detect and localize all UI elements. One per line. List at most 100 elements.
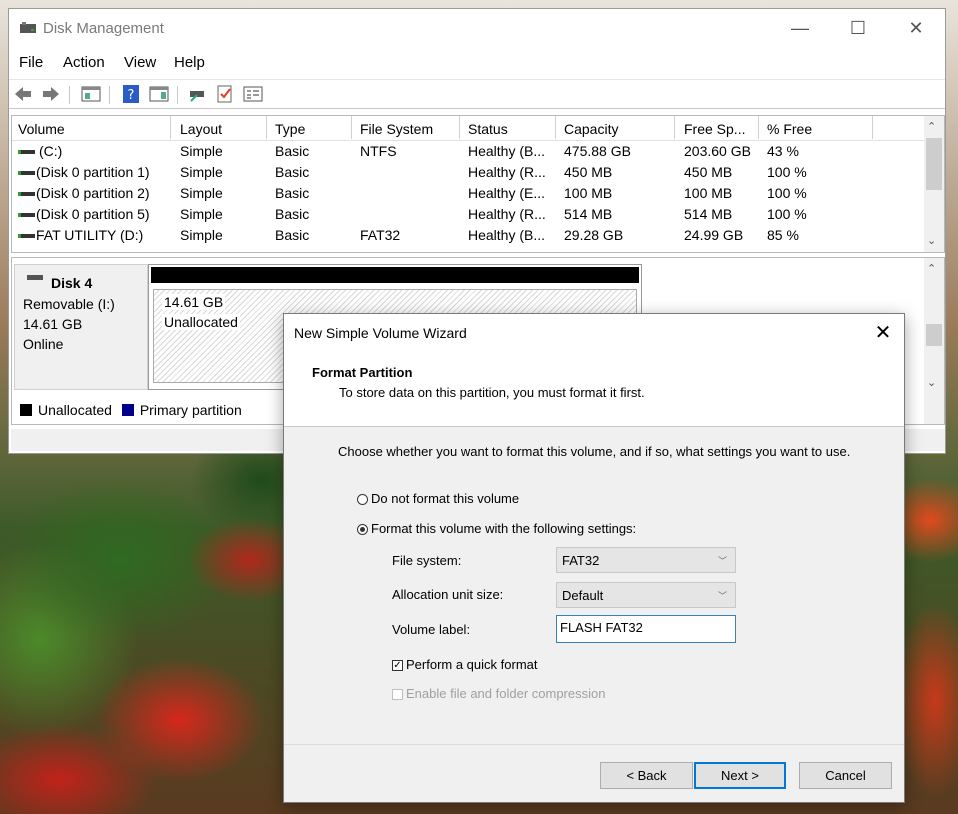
disk-view-scrollbar[interactable]: ⌃ ⌄ [924, 258, 944, 424]
file-system-dropdown[interactable]: FAT32 ﹀ [556, 547, 736, 573]
disk-status: Online [23, 336, 64, 352]
column-divider[interactable] [758, 116, 759, 139]
compression-checkbox[interactable] [392, 689, 403, 700]
drive-icon [18, 213, 35, 217]
close-button[interactable]: ✕ [905, 17, 927, 39]
svg-text:?: ? [128, 88, 135, 103]
toolbar-divider [69, 86, 70, 104]
scroll-up-icon[interactable]: ⌃ [927, 262, 936, 275]
volume-row[interactable]: (Disk 0 partition 5) Simple Basic Health… [12, 205, 926, 226]
volume-row[interactable]: (Disk 0 partition 2) Simple Basic Health… [12, 184, 926, 205]
column-divider[interactable] [351, 116, 352, 139]
no-format-radio[interactable] [357, 494, 368, 505]
volume-row[interactable]: (Disk 0 partition 1) Simple Basic Health… [12, 163, 926, 184]
allocation-unit-dropdown[interactable]: Default ﹀ [556, 582, 736, 608]
format-radio[interactable] [357, 524, 368, 535]
menu-help[interactable]: Help [174, 54, 205, 71]
column-header-capacity[interactable]: Capacity [564, 121, 618, 137]
toolbar-divider [177, 86, 178, 104]
column-header-file-system[interactable]: File System [360, 121, 433, 137]
disk-name: Disk 4 [51, 275, 93, 291]
maximize-button[interactable]: ☐ [847, 17, 869, 39]
forward-arrow-icon[interactable] [41, 85, 61, 103]
action-pane-icon[interactable] [149, 85, 169, 103]
new-simple-volume-wizard: New Simple Volume Wizard ✕ Format Partit… [283, 313, 905, 803]
legend-primary-partition: Primary partition [139, 402, 242, 418]
cancel-button[interactable]: Cancel [799, 762, 892, 789]
compression-label[interactable]: Enable file and folder compression [406, 686, 605, 701]
page-subheading: To store data on this partition, you mus… [339, 385, 645, 400]
quick-format-label[interactable]: Perform a quick format [406, 657, 538, 672]
volume-label-field[interactable] [556, 615, 736, 643]
instruction-text: Choose whether you want to format this v… [338, 444, 851, 459]
format-label[interactable]: Format this volume with the following se… [371, 521, 636, 536]
quick-format-checkbox[interactable]: ✓ [392, 660, 403, 671]
wizard-close-button[interactable]: ✕ [872, 320, 894, 345]
scrollbar-thumb[interactable] [926, 138, 942, 190]
scroll-down-icon[interactable]: ⌄ [927, 234, 936, 247]
cell-status: Healthy (R... [468, 164, 546, 180]
menu-action[interactable]: Action [63, 54, 105, 71]
console-tree-icon[interactable] [81, 85, 101, 103]
column-divider[interactable] [266, 116, 267, 139]
cell-capacity: 514 MB [564, 206, 613, 222]
cell-layout: Simple [180, 143, 223, 159]
column-divider[interactable] [872, 116, 873, 139]
scroll-up-icon[interactable]: ⌃ [927, 120, 936, 133]
cell-volume: (Disk 0 partition 2) [36, 185, 150, 201]
help-icon[interactable]: ? [121, 85, 141, 103]
volume-list-scrollbar[interactable]: ⌃ ⌄ [924, 116, 944, 252]
cell-volume: (Disk 0 partition 5) [36, 206, 150, 222]
cell-percent-free: 100 % [767, 164, 807, 180]
scrollbar-thumb[interactable] [926, 324, 942, 346]
disk-drive-icon [27, 275, 43, 280]
back-arrow-icon[interactable] [13, 85, 33, 103]
column-header-percent-free[interactable]: % Free [767, 121, 812, 137]
next-button[interactable]: Next > [694, 762, 786, 789]
minimize-button[interactable]: — [789, 17, 811, 39]
cell-type: Basic [275, 206, 310, 222]
volume-row[interactable]: FAT UTILITY (D:) Simple Basic FAT32 Heal… [12, 226, 926, 247]
cell-file-system: NTFS [360, 143, 397, 159]
column-header-free-space[interactable]: Free Sp... [684, 121, 745, 137]
cell-file-system: FAT32 [360, 227, 401, 243]
cell-type: Basic [275, 164, 310, 180]
cell-capacity: 29.28 GB [564, 227, 624, 243]
column-header-layout[interactable]: Layout [180, 121, 222, 137]
column-header-volume[interactable]: Volume [18, 121, 65, 137]
cell-type: Basic [275, 185, 310, 201]
no-format-label[interactable]: Do not format this volume [371, 491, 519, 506]
properties-icon[interactable] [243, 85, 263, 103]
menu-view[interactable]: View [124, 54, 156, 71]
back-button[interactable]: < Back [600, 762, 693, 789]
cell-layout: Simple [180, 164, 223, 180]
file-system-value: FAT32 [562, 553, 600, 568]
column-divider[interactable] [555, 116, 556, 139]
volume-label-input[interactable] [560, 620, 730, 635]
primary-partition-swatch [121, 404, 134, 416]
connect-disk-icon[interactable] [187, 85, 207, 103]
cell-free-space: 24.99 GB [684, 227, 744, 243]
disk-label-panel[interactable]: Disk 4 Removable (I:) 14.61 GB Online [14, 264, 148, 390]
cell-free-space: 100 MB [684, 185, 733, 201]
cell-volume: (C:) [39, 143, 63, 159]
title-bar[interactable]: Disk Management — ☐ ✕ [9, 9, 945, 49]
window-title: Disk Management [43, 20, 164, 37]
volume-list-header: Volume Layout Type File System Status Ca… [12, 116, 926, 141]
checklist-icon[interactable] [215, 85, 235, 103]
allocation-unit-label: Allocation unit size: [392, 587, 504, 602]
column-divider[interactable] [170, 116, 171, 139]
cell-capacity: 100 MB [564, 185, 613, 201]
cell-layout: Simple [180, 206, 223, 222]
disk-type: Removable (I:) [23, 296, 115, 312]
menu-file[interactable]: File [19, 54, 43, 71]
toolbar: ? [9, 79, 945, 109]
column-divider[interactable] [459, 116, 460, 139]
cell-percent-free: 85 % [767, 227, 799, 243]
column-header-status[interactable]: Status [468, 121, 508, 137]
column-divider[interactable] [674, 116, 675, 139]
volume-row[interactable]: (C:) Simple Basic NTFS Healthy (B... 475… [12, 142, 926, 163]
column-header-type[interactable]: Type [275, 121, 305, 137]
legend: Unallocated Primary partition [20, 402, 242, 418]
scroll-down-icon[interactable]: ⌄ [927, 376, 936, 389]
